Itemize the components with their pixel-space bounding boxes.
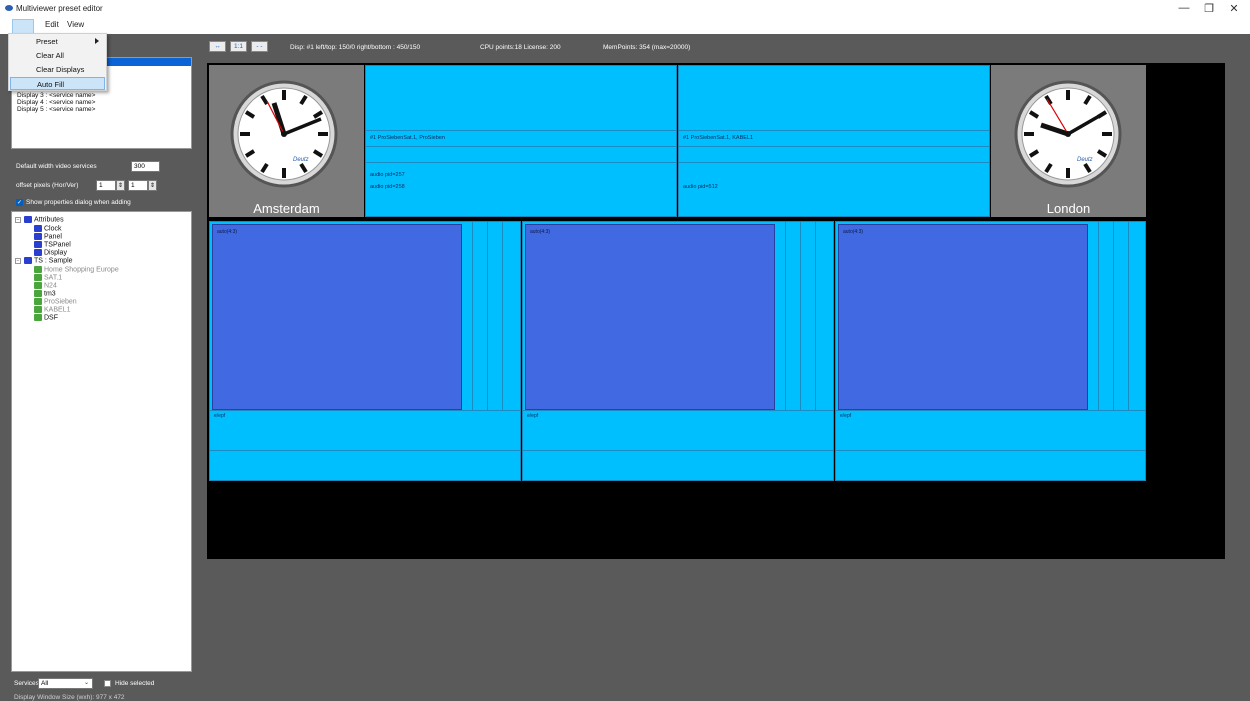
- tv-service-icon: [34, 298, 42, 305]
- ts-node-icon: [24, 257, 32, 264]
- display-list-item[interactable]: Display 4 : <service name>: [17, 99, 95, 106]
- clock-city-left: Amsterdam: [253, 201, 320, 216]
- chevron-down-icon: ⌄: [83, 680, 89, 686]
- video-area-2[interactable]: auto(4:3): [525, 224, 775, 410]
- tree-node-service[interactable]: DSF: [34, 314, 58, 322]
- offset-ver-input[interactable]: 1: [128, 180, 148, 191]
- hide-selected-checkbox[interactable]: [104, 680, 111, 687]
- ts-panel-2-audio-1: audio pid=512: [683, 184, 718, 190]
- attributes-folder-icon: [24, 216, 32, 223]
- status-bar-text: Display Window Size (wxh): 977 x 472: [14, 694, 125, 701]
- video-area-3[interactable]: auto(4:3): [838, 224, 1088, 410]
- service-tree[interactable]: − Attributes Clock Panel TSPanel Display…: [11, 211, 192, 672]
- offset-ver-spinner[interactable]: ⇕: [148, 180, 157, 191]
- tv-service-icon: [34, 266, 42, 273]
- menu-item-preset-label: Preset: [36, 37, 58, 46]
- display-node-icon: [34, 249, 42, 256]
- app-eye-icon: [5, 5, 13, 11]
- collapse-ts-icon[interactable]: −: [15, 258, 21, 264]
- menu-edit[interactable]: Edit: [45, 20, 59, 29]
- cpu-info: CPU points:18 License: 200: [480, 44, 561, 51]
- epg-label: e/epf: [214, 413, 226, 419]
- offset-pixels-label: offset pixels (Hor/Ver): [16, 182, 79, 189]
- offset-hor-spinner[interactable]: ⇕: [116, 180, 125, 191]
- tv-service-icon: [34, 306, 42, 313]
- services-filter-value: All: [41, 680, 49, 687]
- panel-node-icon: [34, 233, 42, 240]
- default-width-label: Default width video services: [16, 163, 97, 170]
- clock-brand: Deutz: [293, 157, 309, 163]
- menu-item-clear-displays[interactable]: Clear Displays: [10, 63, 105, 76]
- menu-file-open[interactable]: [12, 19, 34, 34]
- services-label: Services: [14, 680, 39, 687]
- fit-width-button[interactable]: ↔: [209, 41, 226, 52]
- close-button[interactable]: ✕: [1224, 2, 1244, 15]
- tv-service-icon: [34, 282, 42, 289]
- video-aspect-label: auto(4:3): [217, 229, 238, 235]
- file-dropdown-menu: Preset Clear All Clear Displays Auto Fil…: [8, 33, 107, 91]
- epg-label: e/epf: [840, 413, 852, 419]
- menu-view[interactable]: View: [67, 20, 84, 29]
- ts-panel-1-audio-1: audio pid=257: [370, 172, 405, 178]
- service-panel-2[interactable]: auto(4:3) e/epf: [522, 221, 834, 481]
- video-aspect-label: auto(4:3): [843, 229, 864, 235]
- menu-item-auto-fill[interactable]: Auto Fill: [10, 77, 105, 90]
- window-title: Multiviewer preset editor: [16, 4, 103, 13]
- menu-bar: Edit View: [0, 18, 1250, 34]
- zoom-1to1-button[interactable]: 1:1: [230, 41, 247, 52]
- preset-canvas[interactable]: Deutz Amsterdam #1 ProSiebenSat.1, ProSi…: [207, 63, 1225, 559]
- restore-button[interactable]: ❐: [1199, 2, 1219, 15]
- tv-service-icon: [34, 290, 42, 297]
- video-area-1[interactable]: auto(4:3): [212, 224, 462, 410]
- tree-node-attributes[interactable]: Attributes: [24, 216, 64, 224]
- tspanel-node-icon: [34, 241, 42, 248]
- submenu-arrow-icon: [95, 38, 99, 44]
- offset-hor-input[interactable]: 1: [96, 180, 116, 191]
- service-panel-1[interactable]: auto(4:3) e/epf: [209, 221, 521, 481]
- tv-service-icon: [34, 274, 42, 281]
- clock-panel-right[interactable]: Deutz London: [991, 65, 1146, 217]
- ts-panel-2[interactable]: #1 ProSiebenSat.1, KABEL1 audio pid=512: [678, 65, 990, 217]
- show-properties-checkbox[interactable]: ✓: [16, 199, 23, 206]
- mem-info: MemPoints: 354 (max=20000): [603, 44, 691, 51]
- tree-node-ts-sample[interactable]: TS : Sample: [24, 257, 73, 265]
- menu-item-clear-all[interactable]: Clear All: [10, 49, 105, 62]
- clock-brand: Deutz: [1077, 157, 1093, 163]
- clock-node-icon: [34, 225, 42, 232]
- title-bar: Multiviewer preset editor — ❐ ✕: [0, 0, 1250, 18]
- ts-panel-1-service: #1 ProSiebenSat.1, ProSieben: [370, 135, 445, 141]
- ts-panel-1[interactable]: #1 ProSiebenSat.1, ProSieben audio pid=2…: [365, 65, 677, 217]
- ts-panel-2-service: #1 ProSiebenSat.1, KABEL1: [683, 135, 754, 141]
- clock-panel-left[interactable]: Deutz Amsterdam: [209, 65, 364, 217]
- minimize-button[interactable]: —: [1174, 2, 1194, 14]
- hide-selected-label: Hide selected: [115, 680, 155, 687]
- clock-city-right: London: [1046, 201, 1091, 216]
- display-info: Disp: #1 left/top: 150/0 right/bottom : …: [290, 44, 421, 51]
- ts-panel-1-audio-2: audio pid=258: [370, 184, 405, 190]
- service-panel-3[interactable]: auto(4:3) e/epf: [835, 221, 1146, 481]
- zoom-out-button[interactable]: - -: [251, 41, 268, 52]
- epg-label: e/epf: [527, 413, 539, 419]
- display-list-item[interactable]: Display 3 : <service name>: [17, 92, 95, 99]
- menu-item-preset[interactable]: Preset: [10, 35, 105, 48]
- display-list-item[interactable]: Display 5 : <service name>: [17, 106, 95, 113]
- collapse-attributes-icon[interactable]: −: [15, 217, 21, 223]
- analog-clock-icon: [230, 80, 338, 188]
- default-width-input[interactable]: 300: [131, 161, 160, 172]
- tv-service-icon: [34, 314, 42, 321]
- show-properties-label: Show properties dialog when adding: [26, 199, 131, 206]
- video-aspect-label: auto(4:3): [530, 229, 551, 235]
- analog-clock-icon: [1014, 80, 1122, 188]
- services-filter-select[interactable]: All ⌄: [38, 678, 93, 689]
